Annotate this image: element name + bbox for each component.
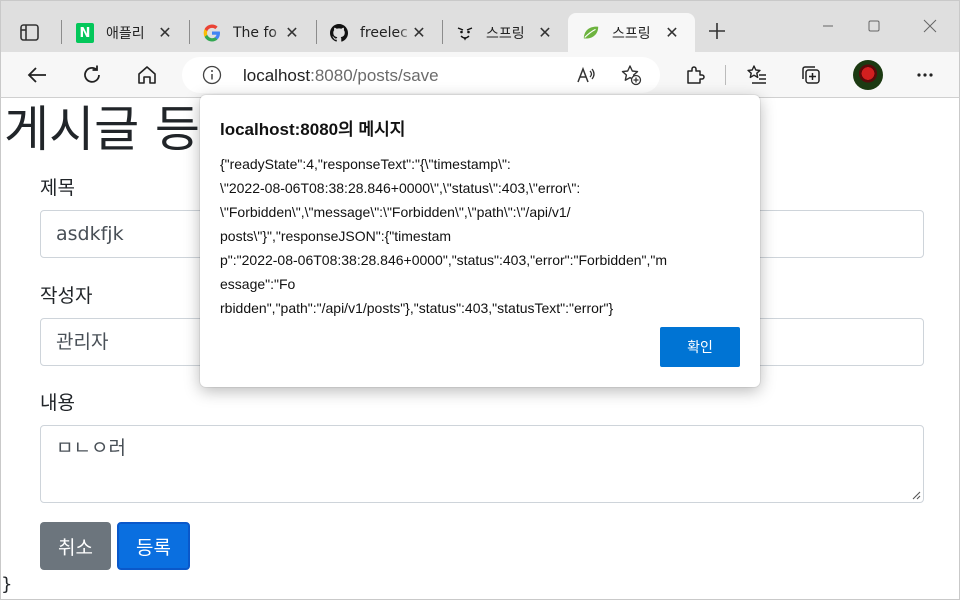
dialog-message-line: posts\"}","responseJSON":{"timestam — [220, 228, 452, 244]
new-tab-button[interactable] — [701, 15, 733, 47]
page-title: 게시글 등 — [4, 101, 200, 158]
github-icon — [330, 24, 348, 42]
content-textarea[interactable]: ㅁㄴㅇ러 — [40, 425, 924, 503]
add-favorite-button[interactable] — [614, 58, 648, 92]
home-icon — [138, 66, 156, 84]
alert-dialog: localhost:8080의 메시지 {"readyState":4,"res… — [200, 95, 760, 387]
browser-toolbar: localhost:8080/posts/save — [0, 52, 960, 98]
dialog-message-line: essage":"Fo — [220, 276, 296, 292]
read-aloud-button[interactable] — [570, 58, 604, 92]
minimize-button[interactable] — [805, 11, 851, 41]
close-window-icon — [923, 19, 937, 33]
tab-title: 스프링 — [486, 26, 525, 42]
toolbar-separator — [725, 65, 726, 85]
close-icon[interactable]: ✕ — [663, 23, 681, 42]
maximize-icon — [868, 20, 880, 32]
tab-actions-icon — [20, 24, 39, 41]
tab-actions-button[interactable] — [9, 13, 49, 53]
close-icon[interactable]: ✕ — [536, 23, 554, 42]
close-icon[interactable]: ✕ — [410, 23, 428, 42]
refresh-button[interactable] — [75, 58, 109, 92]
back-arrow-icon — [27, 67, 46, 83]
tab-title: freelec — [360, 25, 408, 41]
tab-google[interactable]: The fo ✕ — [189, 13, 315, 53]
naver-icon: N — [76, 23, 94, 43]
dialog-message-line: rbidden","path":"/api/v1/posts"},"status… — [220, 300, 614, 316]
profile-avatar[interactable] — [853, 60, 883, 90]
plus-icon — [709, 23, 725, 39]
tab-spring-1[interactable]: 스프링 ✕ — [442, 13, 568, 53]
more-menu-button[interactable] — [908, 58, 942, 92]
tab-title: 스프링 — [612, 26, 651, 42]
submit-button[interactable]: 등록 — [117, 522, 190, 570]
tab-title: 애플리 — [106, 26, 145, 42]
collections-icon — [802, 66, 820, 84]
title-label: 제목 — [40, 177, 75, 199]
spring-leaf-icon — [582, 24, 600, 42]
star-add-icon — [621, 65, 642, 86]
read-aloud-icon — [577, 66, 595, 83]
face-icon — [456, 24, 474, 42]
tab-naver[interactable]: N 애플리 ✕ — [62, 13, 188, 53]
refresh-icon — [84, 65, 100, 83]
resize-grip-icon[interactable] — [911, 490, 921, 500]
dialog-message: {"readyState":4,"responseText":"{\"times… — [220, 152, 740, 320]
url-path: :8080/posts/save — [310, 66, 439, 85]
favorites-list-icon — [747, 65, 766, 84]
author-label: 작성자 — [40, 285, 93, 307]
tab-spring-active[interactable]: 스프링 ✕ — [568, 13, 695, 53]
minimize-icon — [823, 25, 833, 27]
dialog-title: localhost:8080의 메시지 — [220, 120, 406, 139]
dialog-message-line: \"Forbidden\",\"message\":\"Forbidden\",… — [220, 204, 571, 220]
stray-brace-text: } — [1, 574, 13, 595]
home-button[interactable] — [130, 58, 164, 92]
content-text: ㅁㄴㅇ러 — [56, 437, 126, 459]
favorites-button[interactable] — [740, 58, 774, 92]
tab-title: The fo — [233, 25, 277, 41]
address-bar[interactable]: localhost:8080/posts/save — [182, 57, 660, 93]
dialog-message-line: p":"2022-08-06T08:38:28.846+0000","statu… — [220, 252, 668, 268]
tab-strip: N 애플리 ✕ The fo ✕ freelec ✕ 스프링 ✕ 스프링 ✕ — [0, 0, 960, 53]
extensions-button[interactable] — [678, 58, 712, 92]
google-icon — [203, 24, 221, 42]
puzzle-icon — [687, 66, 705, 84]
content-label: 내용 — [40, 392, 75, 414]
close-window-button[interactable] — [907, 11, 953, 41]
info-icon[interactable] — [202, 65, 222, 85]
dialog-message-line: \"2022-08-06T08:38:28.846+0000\",\"statu… — [220, 180, 581, 196]
dialog-message-line: {"readyState":4,"responseText":"{\"times… — [220, 156, 511, 172]
cancel-button[interactable]: 취소 — [40, 522, 111, 570]
maximize-button[interactable] — [851, 11, 897, 41]
url-text[interactable]: localhost:8080/posts/save — [243, 66, 439, 86]
close-icon[interactable]: ✕ — [156, 23, 174, 42]
collections-button[interactable] — [794, 58, 828, 92]
close-icon[interactable]: ✕ — [283, 23, 301, 42]
more-dots-icon — [917, 73, 933, 77]
url-host: localhost — [243, 66, 311, 85]
back-button[interactable] — [20, 58, 54, 92]
tab-github[interactable]: freelec ✕ — [316, 13, 442, 53]
dialog-ok-button[interactable]: 확인 — [660, 327, 740, 367]
